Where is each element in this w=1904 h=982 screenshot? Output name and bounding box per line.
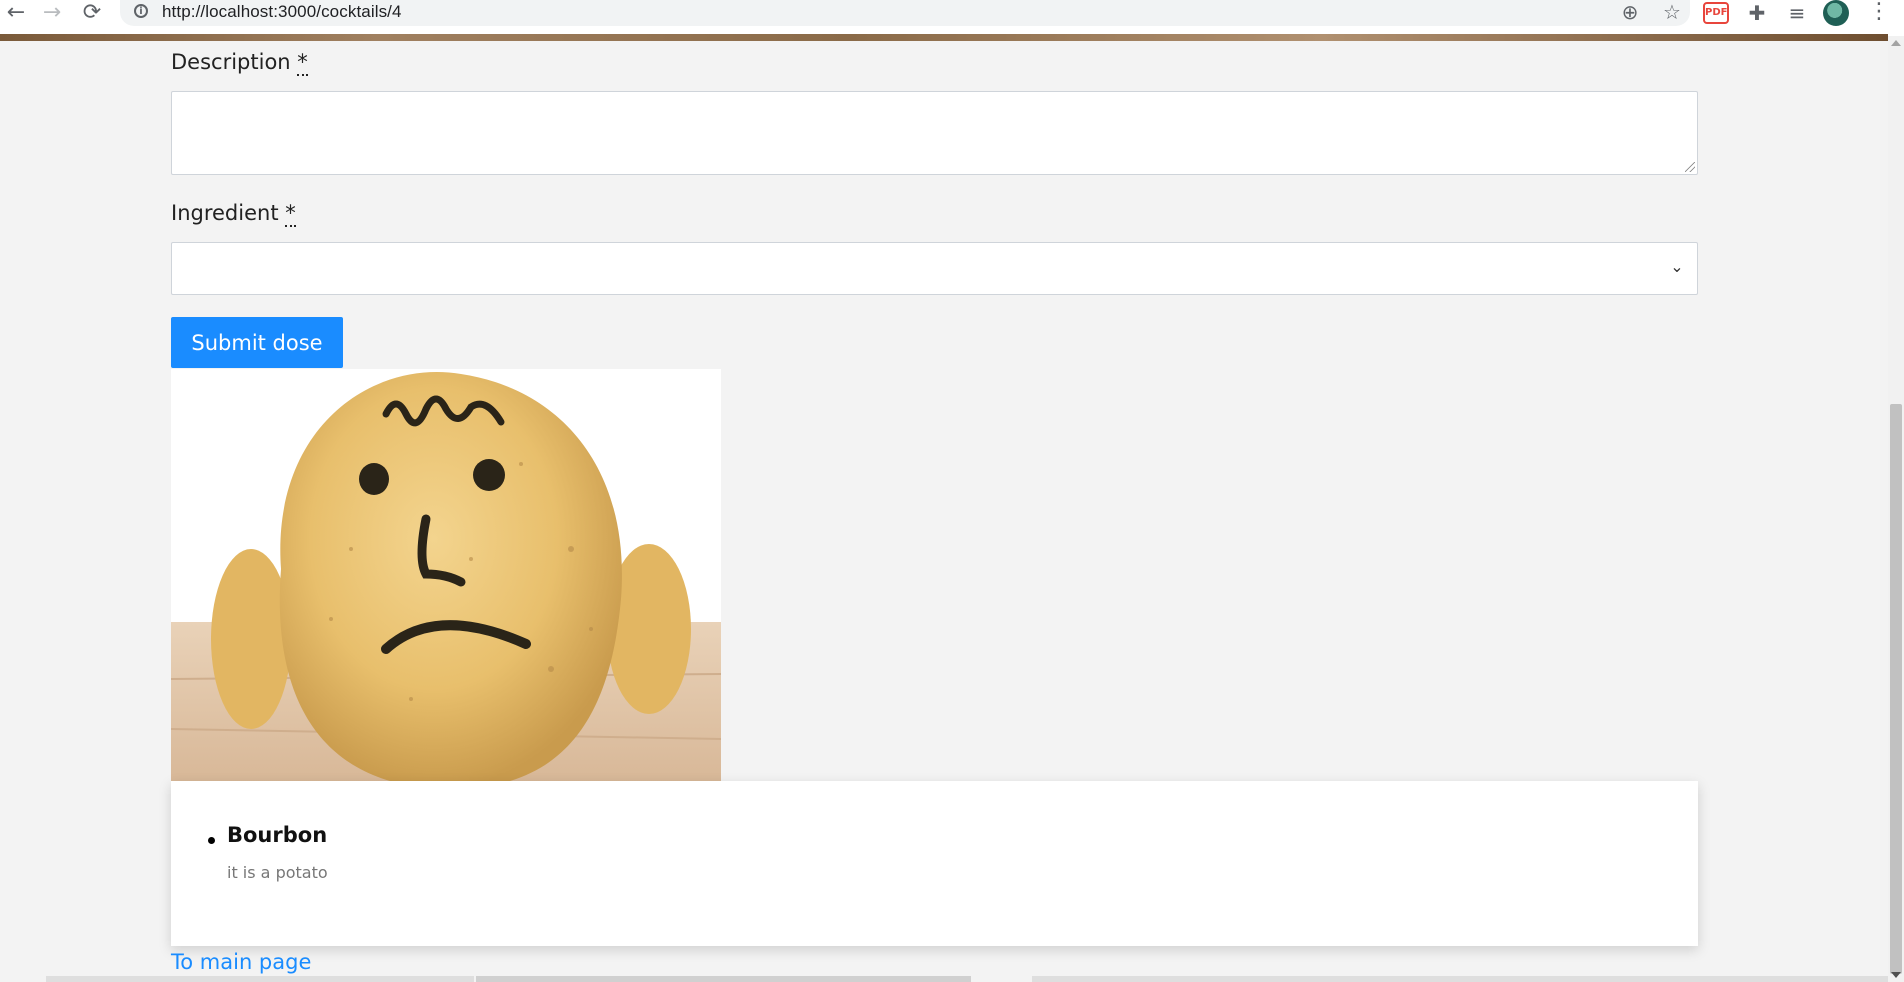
bullet-icon: [208, 837, 215, 844]
description-textarea[interactable]: [171, 91, 1698, 175]
dose-description: it is a potato: [227, 863, 328, 882]
zoom-icon[interactable]: ⊕: [1615, 0, 1645, 24]
vertical-scrollbar[interactable]: [1888, 36, 1904, 982]
horizontal-scrollbar[interactable]: [0, 976, 1888, 982]
doses-card: Bourbon it is a potato: [171, 781, 1698, 946]
scroll-segment[interactable]: [476, 976, 971, 982]
bookmark-star-icon[interactable]: ☆: [1657, 0, 1687, 24]
ingredient-label-text: Ingredient: [171, 201, 279, 225]
header-banner-strip: [0, 34, 1888, 41]
submit-dose-button[interactable]: Submit dose: [171, 317, 343, 368]
scroll-down-icon[interactable]: [1891, 972, 1901, 978]
resize-grip-icon[interactable]: [1685, 162, 1695, 172]
potato-image: [171, 369, 721, 781]
cocktail-photo: [171, 369, 721, 781]
puzzle-extensions-icon[interactable]: ✚: [1742, 0, 1772, 26]
url-text[interactable]: http://localhost:3000/cocktails/4: [162, 2, 402, 22]
chevron-down-icon[interactable]: ⌄: [1667, 257, 1687, 277]
back-icon[interactable]: ←: [0, 0, 32, 26]
browser-toolbar: ← → ⟳ i http://localhost:3000/cocktails/…: [0, 0, 1904, 36]
required-mark: *: [285, 201, 296, 227]
forward-icon[interactable]: →: [36, 0, 68, 26]
scroll-segment[interactable]: [46, 976, 474, 982]
scroll-up-icon[interactable]: [1891, 40, 1901, 46]
address-bar[interactable]: i http://localhost:3000/cocktails/4 ⊕ ☆: [120, 0, 1690, 26]
info-icon[interactable]: i: [134, 4, 148, 18]
scroll-segment[interactable]: [1032, 976, 1888, 982]
kebab-menu-icon[interactable]: ⋮: [1868, 0, 1890, 26]
media-queue-icon[interactable]: ≡: [1782, 0, 1812, 26]
pdf-extension-icon[interactable]: PDF: [1703, 2, 1729, 24]
dose-ingredient: Bourbon: [227, 823, 328, 847]
ingredient-label: Ingredient *: [171, 201, 296, 227]
required-mark: *: [297, 50, 308, 76]
description-label: Description *: [171, 50, 308, 76]
reload-icon[interactable]: ⟳: [76, 0, 108, 26]
profile-avatar[interactable]: [1823, 0, 1849, 26]
scrollbar-thumb[interactable]: [1890, 404, 1902, 974]
to-main-page-link[interactable]: To main page: [171, 950, 311, 974]
ingredient-select[interactable]: ⌄: [171, 242, 1698, 295]
description-label-text: Description: [171, 50, 291, 74]
